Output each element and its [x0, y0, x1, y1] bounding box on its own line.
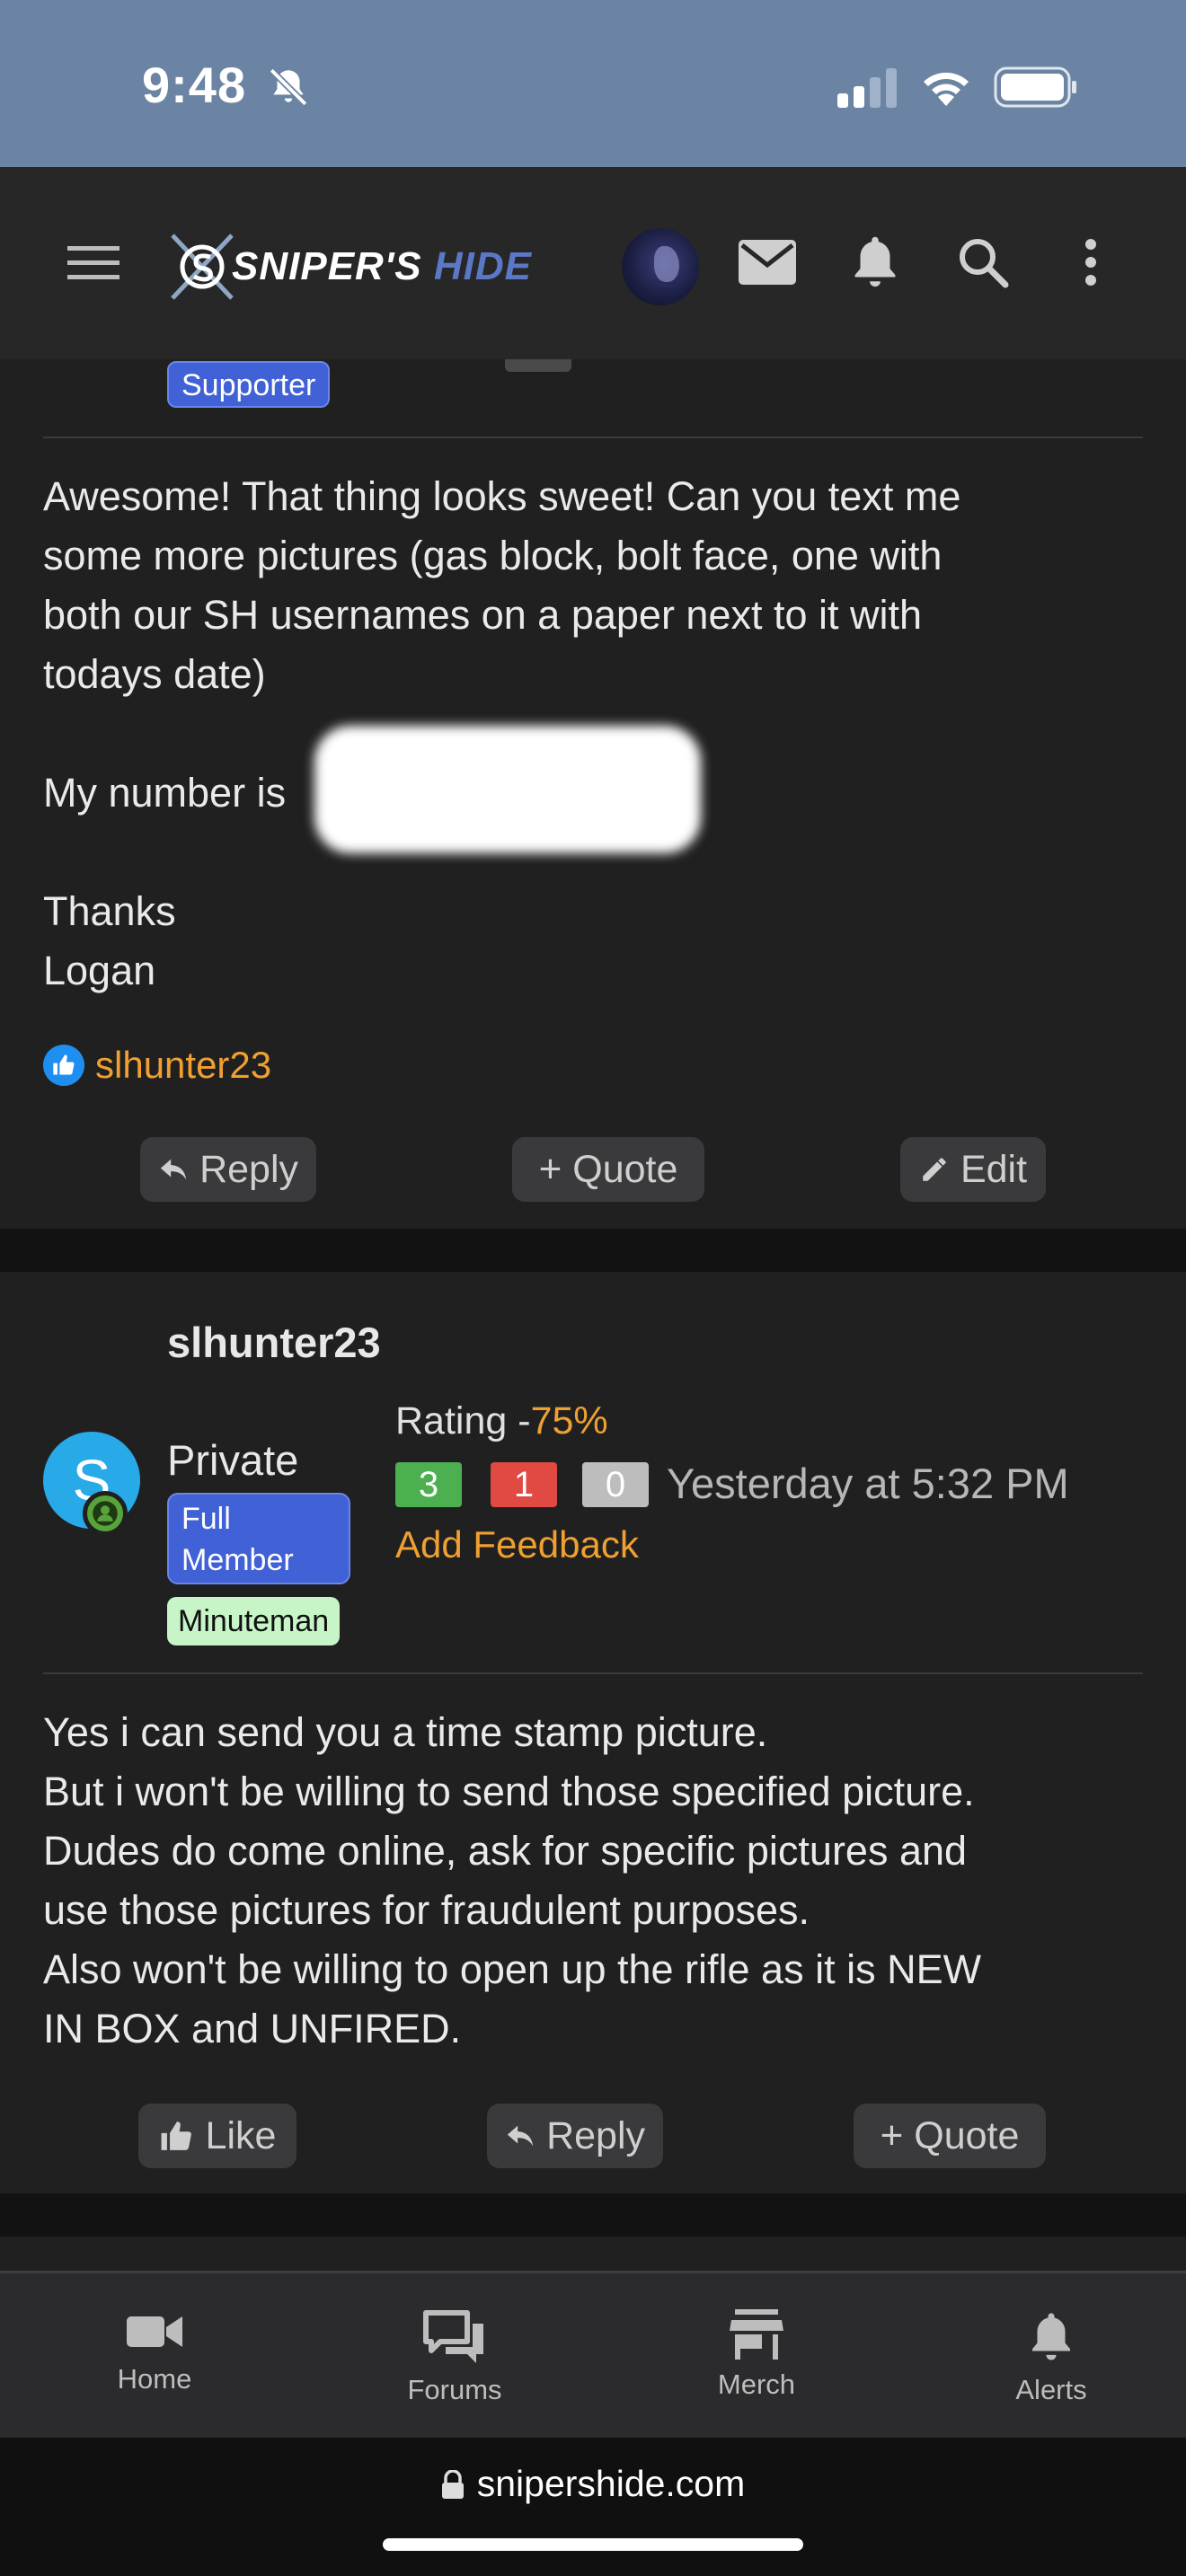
user-rank-title: Private: [167, 1436, 299, 1484]
cell-signal-icon: [837, 68, 900, 112]
home-indicator[interactable]: [383, 2538, 803, 2551]
reaction-summary[interactable]: slhunter23: [43, 1044, 271, 1087]
phone-number-label: My number is: [43, 770, 287, 816]
collapsed-element: [505, 359, 571, 372]
reply-button[interactable]: Reply: [140, 1137, 316, 1202]
rating-label: Rating -: [395, 1399, 531, 1442]
post-separator: [0, 1229, 1186, 1272]
tab-label: Merch: [717, 2369, 796, 2400]
status-bar: 9:48: [0, 0, 1186, 167]
trader-rating: Rating -75%: [395, 1399, 608, 1443]
like-label: Like: [205, 2113, 277, 2157]
video-camera-icon: [127, 2316, 182, 2347]
tab-label: Forums: [407, 2374, 502, 2405]
tab-label: Home: [117, 2363, 192, 2395]
edit-label: Edit: [960, 1147, 1028, 1191]
logo-wordmark: SNIPER'S HIDE: [232, 244, 532, 289]
post-signature: Thanks Logan: [43, 888, 176, 993]
bell-icon: [1031, 2313, 1071, 2360]
battery-icon: [994, 66, 1078, 112]
quote-label: Quote: [914, 2113, 1020, 2157]
post-divider: [43, 1672, 1143, 1674]
hamburger-menu-icon[interactable]: [61, 230, 126, 295]
full-member-badge: Full Member: [167, 1493, 350, 1584]
minuteman-badge: Minuteman: [167, 1597, 341, 1645]
tab-label: Alerts: [1015, 2374, 1087, 2405]
chat-bubbles-icon: [423, 2310, 483, 2363]
wifi-icon: [918, 65, 974, 112]
quote-button[interactable]: + Quote: [512, 1137, 704, 1202]
online-status-icon: [83, 1491, 128, 1536]
logo-accent-text: HIDE: [433, 244, 532, 288]
logo-main-text: SNIPER'S: [232, 244, 422, 288]
lock-icon: [441, 2469, 464, 2499]
store-icon: [730, 2309, 783, 2360]
reply-button[interactable]: Reply: [487, 2104, 663, 2168]
edit-button[interactable]: Edit: [900, 1137, 1046, 1202]
redacted-phone-number: [314, 726, 701, 853]
site-logo[interactable]: SNIPER'S HIDE: [164, 226, 559, 307]
notifications-bell-icon[interactable]: [843, 230, 907, 295]
tab-home[interactable]: Home: [56, 2273, 253, 2440]
status-time: 9:48: [142, 57, 247, 113]
thumbs-up-reaction-icon: [43, 1045, 84, 1086]
add-feedback-link[interactable]: Add Feedback: [395, 1523, 639, 1566]
like-button[interactable]: Like: [138, 2104, 296, 2168]
post-timestamp[interactable]: Yesterday at 5:32 PM: [667, 1459, 1069, 1508]
reaction-username[interactable]: slhunter23: [95, 1044, 271, 1087]
quote-button[interactable]: + Quote: [854, 2104, 1046, 2168]
url-text: snipershide.com: [476, 2463, 746, 2504]
post-body-text: Yes i can send you a time stamp picture.…: [43, 1709, 982, 2051]
more-vertical-icon[interactable]: [1058, 230, 1123, 295]
tab-alerts[interactable]: Alerts: [952, 2273, 1150, 2440]
positive-feedback-count[interactable]: 3: [395, 1462, 462, 1507]
bell-muted-icon: [266, 65, 311, 114]
tab-forums[interactable]: Forums: [356, 2273, 553, 2440]
reply-arrow-icon: [507, 2125, 534, 2147]
plus-icon: +: [880, 2113, 904, 2157]
browser-url-bar[interactable]: snipershide.com: [0, 2438, 1186, 2576]
next-post-peek: [0, 2236, 1186, 2271]
post-body-text: Awesome! That thing looks sweet! Can you…: [43, 473, 961, 697]
reply-label: Reply: [546, 2113, 645, 2157]
search-icon[interactable]: [951, 230, 1015, 295]
post-separator: [0, 2193, 1186, 2236]
negative-feedback-count[interactable]: 1: [491, 1462, 557, 1507]
bottom-tab-bar: Home Forums Merch Alerts: [0, 2271, 1186, 2438]
plus-icon: +: [538, 1147, 562, 1191]
reply-arrow-icon: [160, 1159, 187, 1180]
quote-label: Quote: [572, 1147, 678, 1191]
tab-merch[interactable]: Merch: [658, 2273, 855, 2440]
neutral-feedback-count[interactable]: 0: [582, 1462, 649, 1507]
crosshair-logo-icon: [171, 234, 234, 300]
rating-percentage: 75%: [530, 1399, 608, 1442]
thumbs-up-icon: [161, 2122, 191, 2150]
post-divider: [43, 437, 1143, 438]
app-header: SNIPER'S HIDE: [0, 167, 1186, 359]
mail-icon[interactable]: [735, 230, 800, 295]
reply-label: Reply: [199, 1147, 298, 1191]
pencil-icon: [923, 1158, 946, 1181]
supporter-badge: Supporter: [167, 361, 331, 408]
user-avatar[interactable]: [622, 228, 699, 305]
post-author-username[interactable]: slhunter23: [167, 1313, 381, 1372]
